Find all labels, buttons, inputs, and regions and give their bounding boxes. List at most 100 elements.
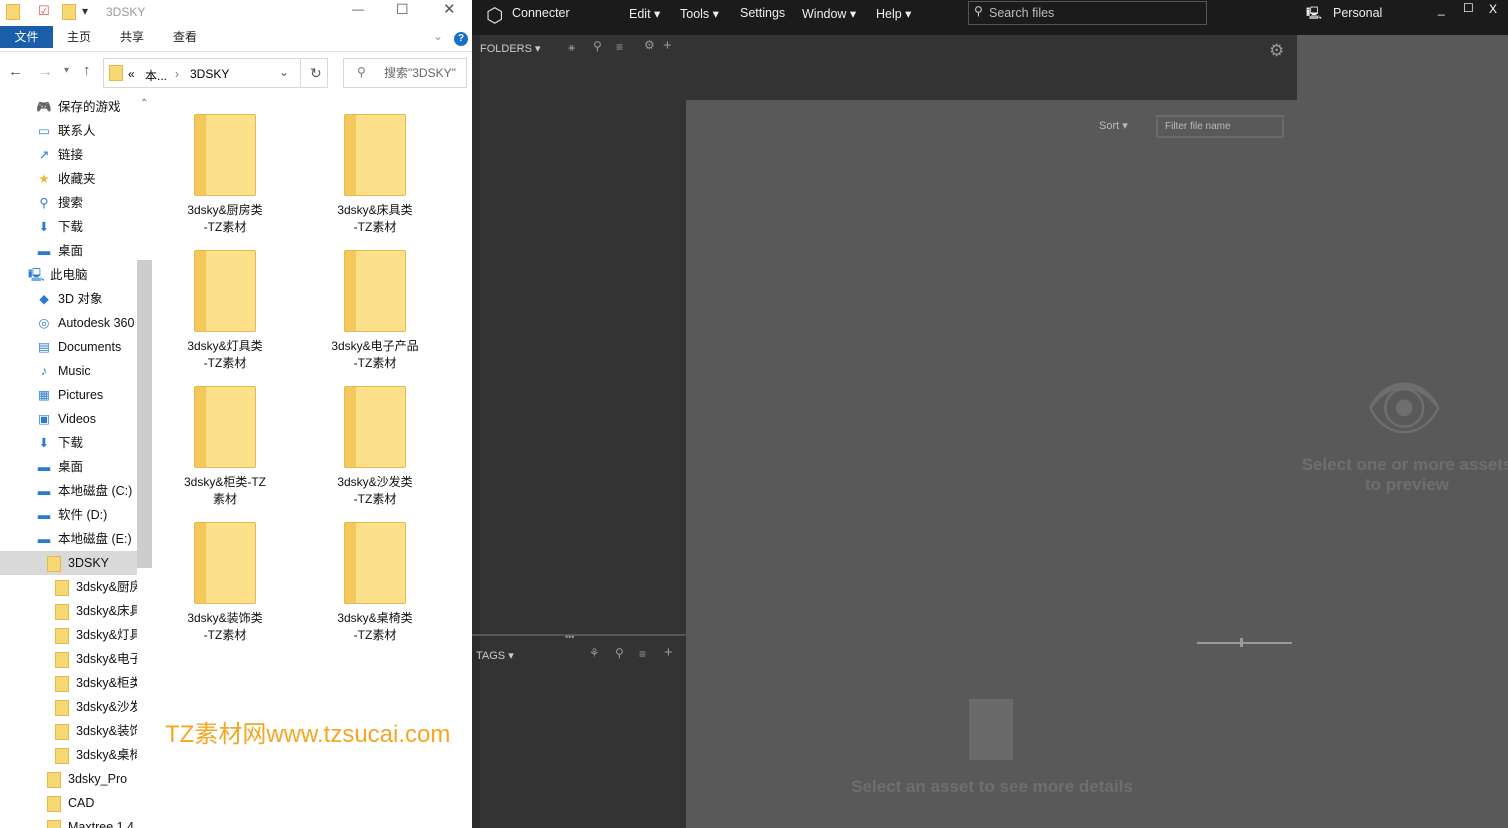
folder-item[interactable]: 3dsky&沙发类 -TZ素材	[310, 386, 440, 508]
nav-item-label: 3dsky&灯具类-TZ素材	[76, 628, 137, 642]
nav-item[interactable]: ▬ 软件 (D:)	[36, 503, 137, 527]
properties-icon[interactable]: ☑	[38, 3, 50, 19]
nav-item[interactable]: CAD	[46, 791, 137, 815]
tab-share[interactable]: 共享	[120, 26, 144, 48]
nav-item[interactable]: 3dsky&灯具类-TZ素材	[54, 623, 137, 647]
zoom-slider-thumb[interactable]	[1240, 638, 1243, 647]
breadcrumb-overflow[interactable]: «	[128, 67, 135, 81]
nav-item[interactable]: ▬ 桌面	[36, 455, 137, 479]
nav-item[interactable]: ▬ 桌面	[36, 239, 137, 263]
quick-access-dropdown[interactable]: ▾	[82, 4, 88, 18]
nav-item[interactable]: 3dsky_Pro	[46, 767, 137, 791]
tab-home[interactable]: 主页	[67, 26, 91, 48]
breadcrumb-item[interactable]: 本...	[145, 67, 167, 84]
search-icon[interactable]: ⚲	[615, 646, 624, 660]
tags-dropdown[interactable]: TAGS ▾	[476, 649, 514, 662]
back-button[interactable]: ←	[8, 63, 23, 80]
folders-dropdown[interactable]: FOLDERS ▾	[480, 42, 541, 55]
nav-item[interactable]: ▣ Videos	[36, 407, 137, 431]
add-tag-icon[interactable]: +	[664, 644, 673, 661]
nav-item[interactable]: ◆ 3D 对象	[36, 287, 137, 311]
nav-item[interactable]: Maxtree 1.4	[46, 815, 137, 828]
menu-edit[interactable]: Edit ▾	[629, 6, 660, 21]
filter-input[interactable]: Filter file name	[1156, 115, 1284, 138]
app-top-bar: ⬡ Connecter Edit ▾ Tools ▾ Settings Wind…	[472, 0, 1508, 35]
refresh-button[interactable]: ↻	[310, 65, 322, 82]
zoom-slider[interactable]	[1197, 642, 1292, 644]
folder-icon	[194, 250, 256, 332]
breadcrumb-current[interactable]: 3DSKY	[190, 67, 229, 81]
nav-item[interactable]: 🎮 保存的游戏	[36, 95, 137, 119]
nav-item[interactable]: ▦ Pictures	[36, 383, 137, 407]
ribbon-expand-icon[interactable]: ⌄	[433, 29, 443, 43]
minimize-button[interactable]: _	[1438, 2, 1445, 16]
help-icon[interactable]: ?	[454, 32, 468, 46]
nav-item[interactable]: ▭ 联系人	[36, 119, 137, 143]
nav-item[interactable]: ↗ 链接	[36, 143, 137, 167]
pick-icon[interactable]: ⚹	[568, 40, 575, 55]
recent-locations-dropdown[interactable]: ▾	[64, 65, 69, 76]
address-bar[interactable]: « 本... › 3DSKY ⌄ ↻	[103, 58, 328, 88]
menu-window[interactable]: Window ▾	[802, 6, 856, 21]
nav-item[interactable]: 3dsky&沙发类-TZ素材	[54, 695, 137, 719]
forward-button[interactable]: →	[38, 63, 53, 80]
search-icon: ⚲	[39, 196, 49, 210]
nav-item[interactable]: 3dsky&厨房类-TZ素材	[54, 575, 137, 599]
sort-dropdown[interactable]: Sort ▾	[1099, 119, 1128, 132]
address-dropdown-icon[interactable]: ⌄	[279, 65, 289, 79]
menu-settings[interactable]: Settings	[740, 6, 785, 20]
folder-name-line1: 3dsky&桌椅类	[337, 611, 413, 625]
nav-item[interactable]: ★ 收藏夹	[36, 167, 137, 191]
tag-filter-icon[interactable]: ⚘	[589, 646, 600, 660]
sort-icon[interactable]: ≡	[639, 647, 646, 661]
folder-name-line2: -TZ素材	[353, 628, 397, 642]
nav-item[interactable]: ⚲ 搜索	[36, 191, 137, 215]
folder-item[interactable]: 3dsky&灯具类 -TZ素材	[160, 250, 290, 372]
nav-item[interactable]: ◎ Autodesk 360	[36, 311, 137, 335]
new-folder-icon[interactable]	[62, 4, 76, 20]
nav-item[interactable]: ▬ 本地磁盘 (E:)	[36, 527, 137, 551]
nav-item-label: 下载	[58, 436, 84, 450]
nav-item[interactable]: 3dsky&桌椅类-TZ素材	[54, 743, 137, 767]
search-icon: ⚲	[974, 4, 983, 18]
folder-item[interactable]: 3dsky&厨房类 -TZ素材	[160, 114, 290, 236]
drag-handle-icon[interactable]: •••	[565, 632, 574, 642]
nav-item[interactable]: 3DSKY	[0, 551, 137, 575]
workspace-selector[interactable]: Personal	[1333, 6, 1382, 20]
nav-scrollbar[interactable]	[137, 260, 152, 568]
folder-item[interactable]: 3dsky&柜类-TZ 素材	[160, 386, 290, 508]
tab-view[interactable]: 查看	[173, 26, 197, 48]
panel-splitter[interactable]	[472, 634, 686, 636]
search-files-input[interactable]: Search files	[968, 1, 1207, 25]
menu-help[interactable]: Help ▾	[876, 6, 911, 21]
gear-icon[interactable]: ⚙	[644, 38, 655, 52]
minimize-button[interactable]: —	[352, 2, 364, 16]
nav-item[interactable]: 3dsky&床具类-TZ素材	[54, 599, 137, 623]
menu-tools[interactable]: Tools ▾	[680, 6, 719, 21]
nav-item[interactable]: 3dsky&装饰类-TZ素材	[54, 719, 137, 743]
nav-item[interactable]: ▬ 本地磁盘 (C:)	[36, 479, 137, 503]
close-button[interactable]: ✕	[443, 0, 456, 18]
maximize-button[interactable]: ☐	[396, 1, 409, 18]
nav-item[interactable]: ♪ Music	[36, 359, 137, 383]
folder-item[interactable]: 3dsky&床具类 -TZ素材	[310, 114, 440, 236]
nav-item[interactable]: 3dsky&柜类-TZ素材	[54, 671, 137, 695]
folder-item[interactable]: 3dsky&电子产品 -TZ素材	[310, 250, 440, 372]
up-button[interactable]: ↑	[83, 62, 91, 79]
tab-file[interactable]: 文件	[0, 26, 53, 48]
gear-icon[interactable]: ⚙	[1269, 41, 1284, 61]
nav-item[interactable]: ▤ Documents	[36, 335, 137, 359]
close-button[interactable]: X	[1489, 2, 1497, 16]
maximize-button[interactable]: ☐	[1463, 1, 1474, 15]
folder-item[interactable]: 3dsky&桌椅类 -TZ素材	[310, 522, 440, 644]
nav-item[interactable]: 3dsky&电子产品-TZ素材	[54, 647, 137, 671]
add-folder-icon[interactable]: +	[663, 37, 672, 54]
collapse-chevron-icon[interactable]: ⌃	[140, 98, 148, 109]
pictures-icon: ▦	[38, 388, 50, 402]
sort-icon[interactable]: ≡	[616, 40, 623, 54]
folder-item[interactable]: 3dsky&装饰类 -TZ素材	[160, 522, 290, 644]
nav-item[interactable]: ⬇ 下载	[36, 215, 137, 239]
search-icon[interactable]: ⚲	[593, 39, 602, 53]
nav-item[interactable]: 🖳 此电脑	[28, 263, 137, 287]
nav-item[interactable]: ⬇ 下载	[36, 431, 137, 455]
